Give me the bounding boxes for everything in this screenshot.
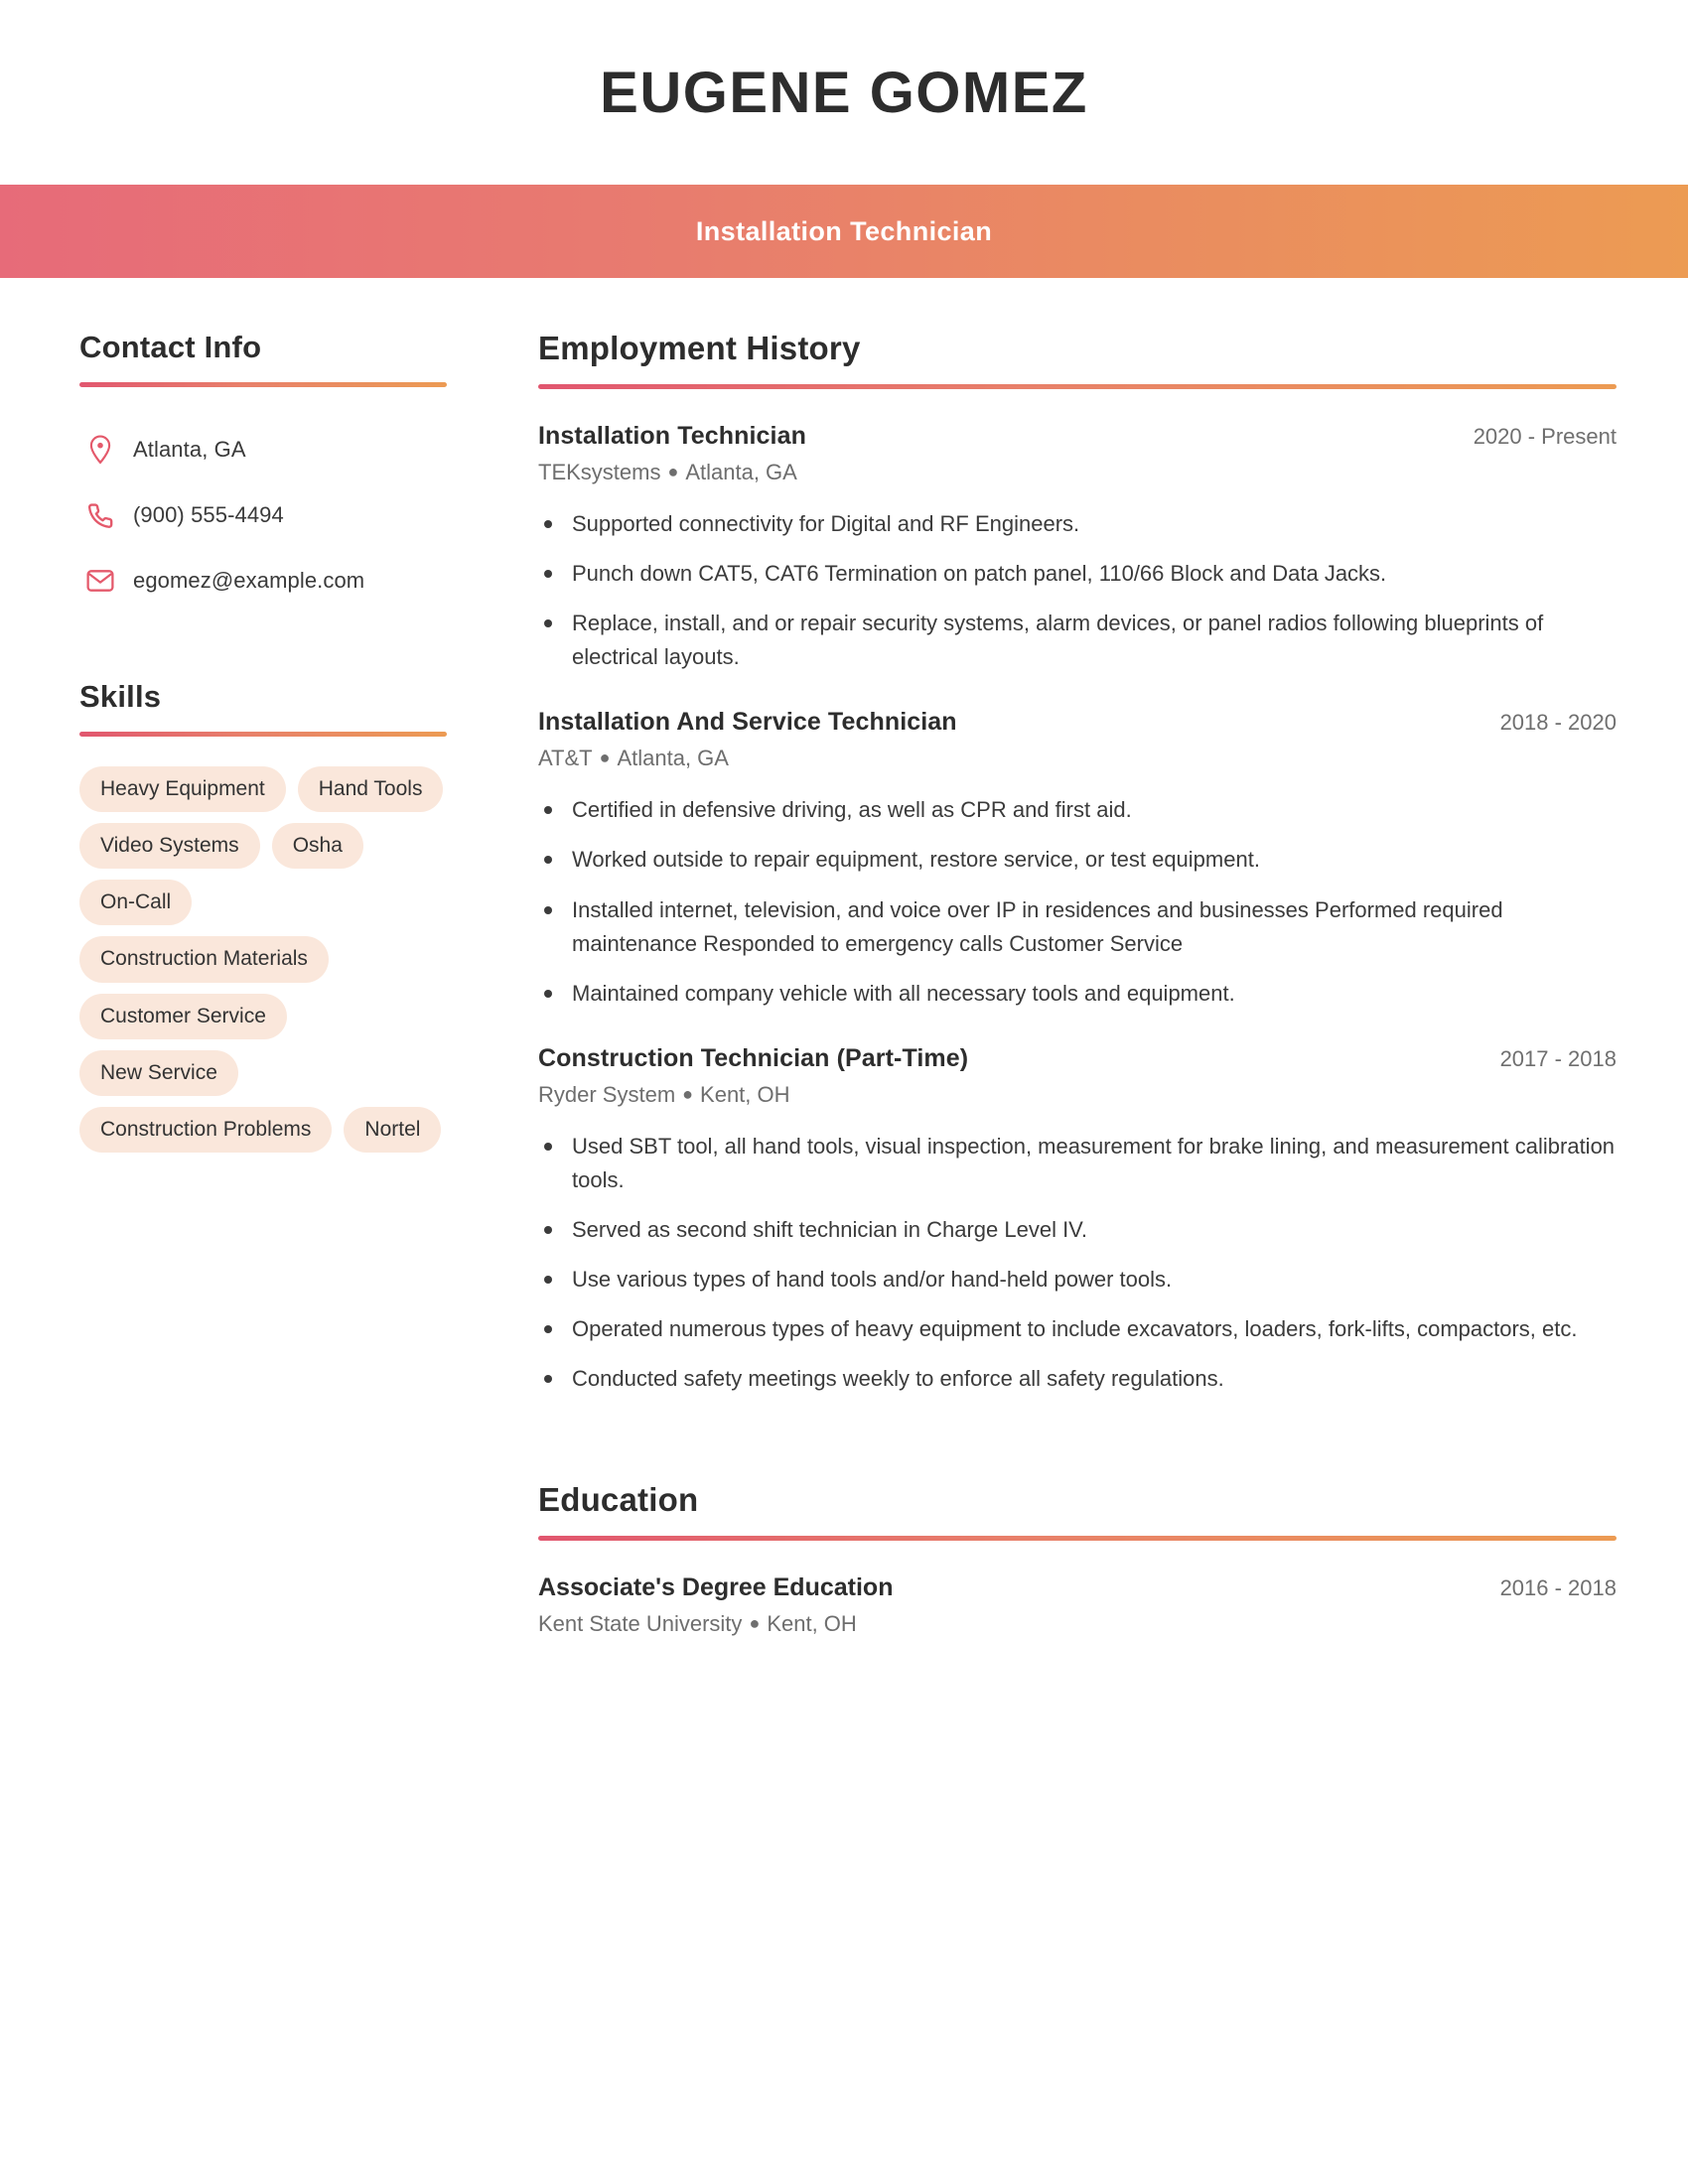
job-dates: 2018 - 2020 [1499,710,1617,736]
job-header: Installation Technician 2020 - Present [538,422,1617,451]
skills-list: Heavy Equipment Hand Tools Video Systems… [79,766,447,1153]
job-list: Installation Technician 2020 - Present T… [538,422,1617,1396]
job-bullet: Supported connectivity for Digital and R… [538,507,1617,541]
separator-dot: ● [667,462,679,481]
employment-history-heading: Employment History [538,330,861,366]
job-bullet: Punch down CAT5, CAT6 Termination on pat… [538,557,1617,591]
job-role: Construction Technician (Part-Time) [538,1043,969,1072]
job-entry: Installation And Service Technician 2018… [538,708,1617,1010]
education-heading: Education [538,1481,699,1519]
job-company: Ryder System [538,1081,676,1107]
job-company: TEKsystems [538,460,661,484]
job-bullet: Served as second shift technician in Cha… [538,1213,1617,1247]
contact-item-email: egomez@example.com [79,548,447,614]
skills-heading-rule [79,732,447,737]
education-school: Kent State University [538,1611,743,1637]
separator-dot: ● [682,1083,694,1104]
main-column: Employment History Installation Technici… [467,330,1688,1637]
resume-header: EUGENE GOMEZ [0,0,1688,185]
job-entry: Installation Technician 2020 - Present T… [538,422,1617,674]
education-entry-header: Associate's Degree Education 2016 - 2018 [538,1573,1617,1602]
contact-heading-rule [79,382,447,387]
skill-tag: Hand Tools [297,766,444,813]
phone-icon [79,502,121,529]
job-role: Installation Technician [538,422,806,450]
contact-email-text: egomez@example.com [133,568,365,593]
skill-tag: Osha [271,823,363,870]
separator-dot: ● [599,748,611,768]
education-heading-rule [538,1536,1617,1542]
job-company: AT&T [538,746,593,771]
candidate-name: EUGENE GOMEZ [600,60,1088,125]
job-bullet-list: Supported connectivity for Digital and R… [538,507,1617,674]
contact-list: Atlanta, GA (900) 555-4494 egomez@exampl… [79,417,447,614]
job-bullet: Conducted safety meetings weekly to enfo… [538,1362,1617,1396]
job-bullet: Worked outside to repair equipment, rest… [538,843,1617,877]
job-company-location: AT&T ● Atlanta, GA [538,746,1617,771]
contact-info-heading: Contact Info [79,330,262,364]
resume-body: Contact Info Atlanta, GA (900) 555-4494 … [0,278,1688,1637]
skill-tag: On-Call [79,880,193,926]
job-role: Installation And Service Technician [538,708,957,737]
education-degree: Associate's Degree Education [538,1573,894,1602]
skill-tag: Video Systems [79,823,260,870]
job-location: Kent, OH [700,1081,790,1107]
job-entry: Construction Technician (Part-Time) 2017… [538,1044,1617,1397]
job-title-band: Installation Technician [0,185,1688,278]
candidate-job-title: Installation Technician [695,215,993,246]
job-bullet: Replace, install, and or repair security… [538,607,1617,674]
education-dates: 2016 - 2018 [1499,1575,1617,1601]
skills-heading: Skills [79,679,162,714]
skill-tag: Construction Problems [79,1106,333,1153]
skills-section: Skills Heavy Equipment Hand Tools Video … [79,679,447,1153]
job-bullet: Maintained company vehicle with all nece… [538,977,1617,1011]
sidebar: Contact Info Atlanta, GA (900) 555-4494 … [0,330,467,1153]
job-bullet: Use various types of hand tools and/or h… [538,1263,1617,1297]
job-bullet: Certified in defensive driving, as well … [538,793,1617,827]
job-bullet-list: Certified in defensive driving, as well … [538,793,1617,1010]
skill-tag: Construction Materials [79,936,329,983]
separator-dot: ● [749,1613,761,1634]
skill-tag: Nortel [344,1106,442,1153]
envelope-icon [79,569,121,593]
education-section: Education Associate's Degree Education 2… [538,1481,1617,1637]
contact-location-text: Atlanta, GA [133,437,246,462]
skill-tag: Customer Service [79,993,287,1039]
employment-heading-rule [538,384,1617,389]
location-pin-icon [79,435,121,465]
job-location: Atlanta, GA [685,460,797,484]
education-entry: Associate's Degree Education 2016 - 2018… [538,1573,1617,1637]
job-bullet: Operated numerous types of heavy equipme… [538,1312,1617,1346]
contact-item-phone: (900) 555-4494 [79,482,447,548]
job-bullet: Installed internet, television, and voic… [538,893,1617,961]
job-header: Installation And Service Technician 2018… [538,708,1617,737]
education-location: Kent, OH [767,1611,857,1637]
job-location: Atlanta, GA [617,746,729,771]
job-company-location: Ryder System ● Kent, OH [538,1082,1617,1108]
contact-info-section: Contact Info Atlanta, GA (900) 555-4494 … [79,330,447,614]
skill-tag: New Service [79,1049,238,1096]
job-company-location: TEKsystems ● Atlanta, GA [538,460,1617,485]
contact-phone-text: (900) 555-4494 [133,502,284,527]
job-dates: 2017 - 2018 [1499,1045,1617,1071]
job-dates: 2020 - Present [1473,424,1617,449]
education-school-location: Kent State University ● Kent, OH [538,1611,1617,1637]
employment-history-section: Employment History Installation Technici… [538,330,1617,1396]
contact-item-location: Atlanta, GA [79,417,447,482]
job-bullet: Used SBT tool, all hand tools, visual in… [538,1130,1617,1197]
skill-tag: Heavy Equipment [79,766,286,813]
job-bullet-list: Used SBT tool, all hand tools, visual in… [538,1130,1617,1397]
resume-page: EUGENE GOMEZ Installation Technician Con… [0,0,1688,2184]
job-header: Construction Technician (Part-Time) 2017… [538,1044,1617,1073]
